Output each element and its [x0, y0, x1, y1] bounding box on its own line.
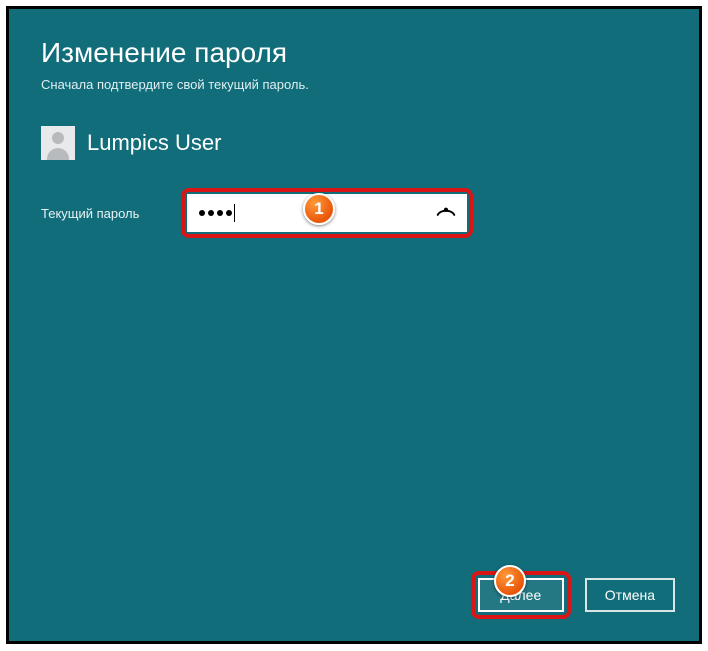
password-row: Текущий пароль [41, 188, 667, 238]
annotation-badge-1: 1 [303, 193, 335, 225]
annotation-badge-2: 2 [494, 565, 526, 597]
page-subtitle: Сначала подтвердите свой текущий пароль. [41, 77, 667, 92]
cancel-button[interactable]: Отмена [585, 578, 675, 612]
text-caret [234, 204, 235, 222]
user-row: Lumpics User [41, 126, 667, 160]
user-name: Lumpics User [87, 130, 221, 156]
password-label: Текущий пароль [41, 206, 181, 221]
dialog-content: Изменение пароля Сначала подтвердите сво… [9, 9, 699, 238]
dialog-frame: Изменение пароля Сначала подтвердите сво… [6, 6, 702, 644]
reveal-password-icon[interactable] [435, 202, 457, 224]
avatar-icon [41, 126, 75, 160]
password-mask [199, 210, 232, 216]
page-title: Изменение пароля [41, 37, 667, 69]
